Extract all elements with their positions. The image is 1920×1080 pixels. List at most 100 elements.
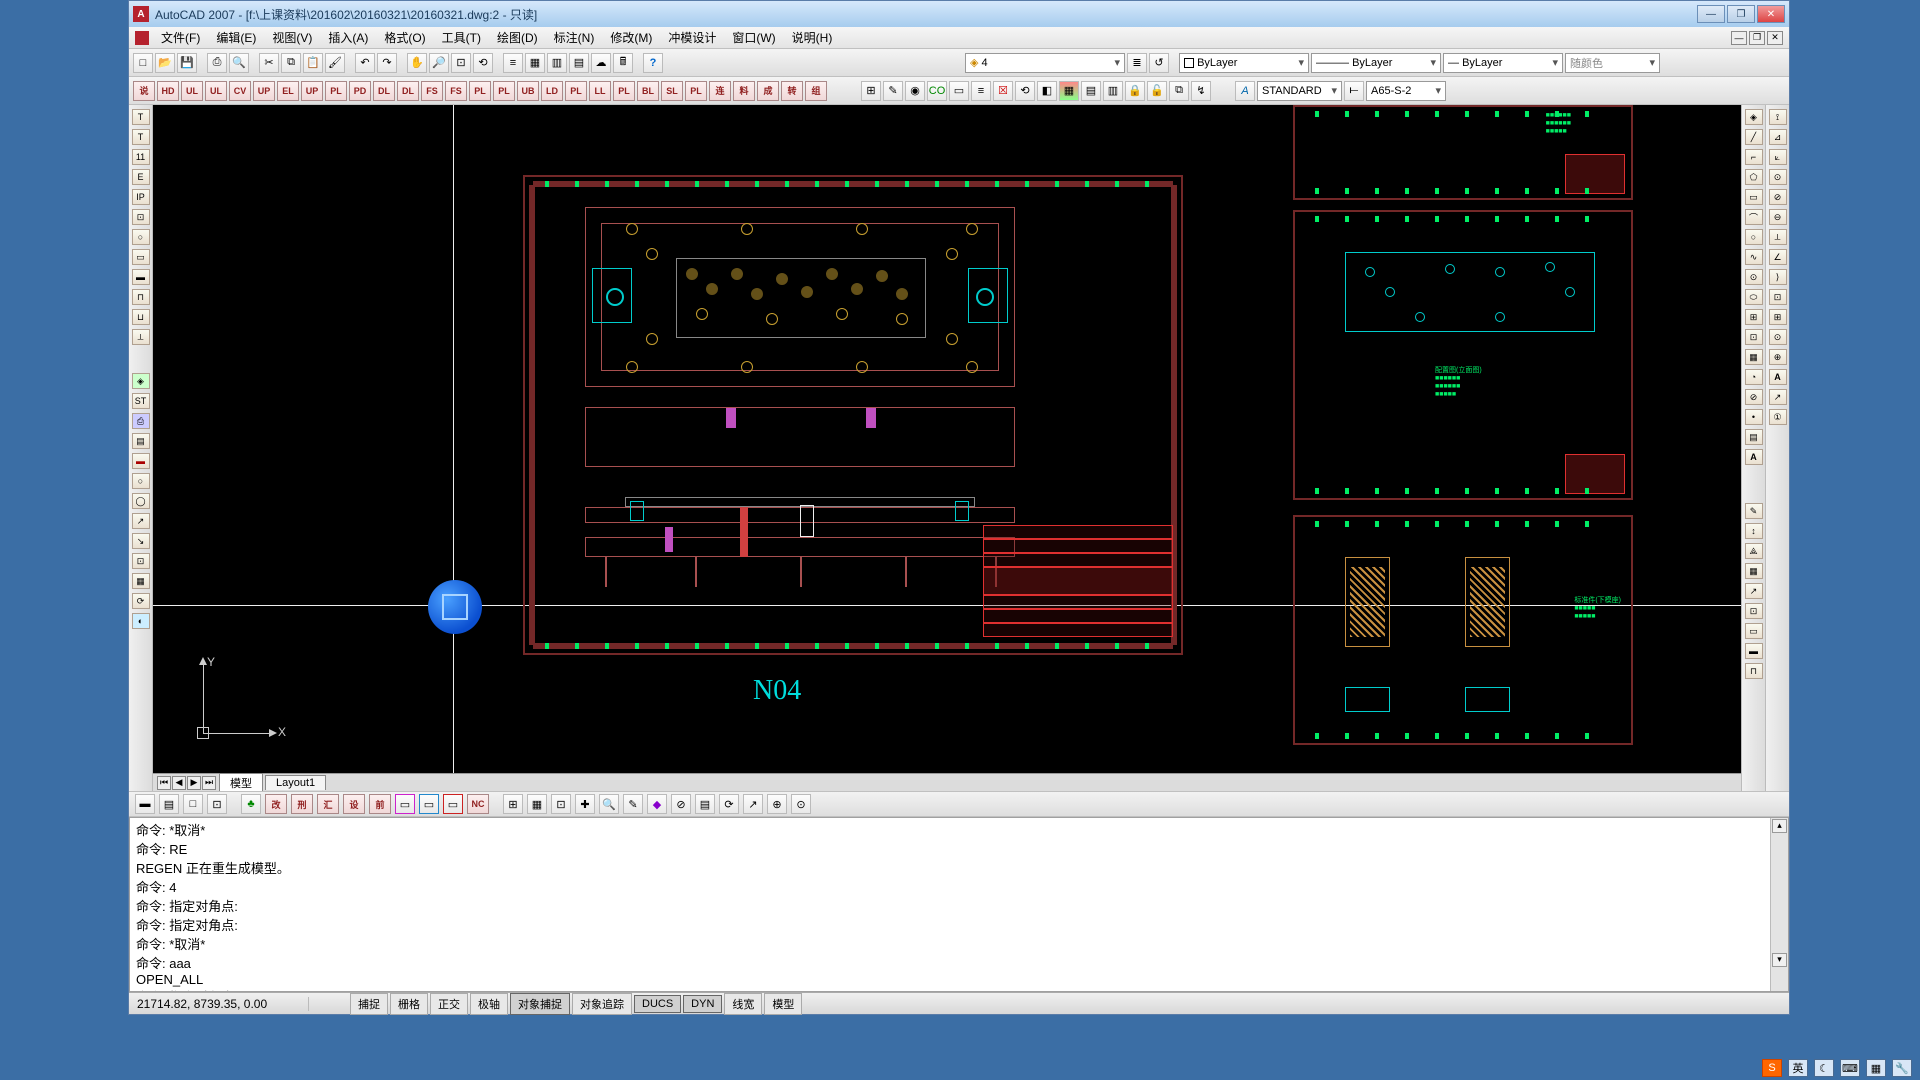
menu-view[interactable]: 视图(V) (264, 27, 320, 48)
rt1-25[interactable]: ▭ (1745, 623, 1763, 639)
ct-b6[interactable]: ≡ (971, 81, 991, 101)
bt-18[interactable]: ✚ (575, 794, 595, 814)
rt1-12[interactable]: ⊡ (1745, 329, 1763, 345)
ct-5[interactable]: CV (229, 81, 251, 101)
rt2-5[interactable]: ⊘ (1769, 189, 1787, 205)
rt1-20[interactable]: ↕ (1745, 523, 1763, 539)
lt-21[interactable]: ↘ (132, 533, 150, 549)
lt-4[interactable]: E (132, 169, 150, 185)
bt-4[interactable]: ⊡ (207, 794, 227, 814)
textstyle-combo[interactable]: STANDARD▾ (1257, 81, 1342, 101)
paste-icon[interactable]: 📋 (303, 53, 323, 73)
color-combo[interactable]: ByLayer▾ (1179, 53, 1309, 73)
rt2-9[interactable]: ⟩ (1769, 269, 1787, 285)
tab-last[interactable]: ⏭ (202, 776, 216, 790)
bt-9[interactable]: 设 (343, 794, 365, 814)
ct-b14[interactable]: 🔓 (1147, 81, 1167, 101)
ct-b3[interactable]: ◉ (905, 81, 925, 101)
ct-b8[interactable]: ⟲ (1015, 81, 1035, 101)
ct-b13[interactable]: 🔒 (1125, 81, 1145, 101)
rt1-14[interactable]: ◔ (1745, 369, 1763, 385)
rt1-19[interactable]: ✎ (1745, 503, 1763, 519)
rt1-1[interactable]: ◈ (1745, 109, 1763, 125)
ct-11[interactable]: DL (373, 81, 395, 101)
rt1-15[interactable]: ⊘ (1745, 389, 1763, 405)
bt-17[interactable]: ⊡ (551, 794, 571, 814)
lt-13[interactable]: ◈ (132, 373, 150, 389)
ct-2[interactable]: HD (157, 81, 179, 101)
rt1-27[interactable]: ⊓ (1745, 663, 1763, 679)
bt-7[interactable]: 刑 (291, 794, 313, 814)
tab-model[interactable]: 模型 (219, 773, 263, 792)
rt1-21[interactable]: ⟁ (1745, 543, 1763, 559)
rt1-23[interactable]: ↗ (1745, 583, 1763, 599)
ct-18[interactable]: LD (541, 81, 563, 101)
bt-19[interactable]: 🔍 (599, 794, 619, 814)
menu-help[interactable]: 说明(H) (784, 27, 841, 48)
menu-window[interactable]: 窗口(W) (724, 27, 783, 48)
rt1-7[interactable]: ○ (1745, 229, 1763, 245)
bt-11[interactable]: ▭ (395, 794, 415, 814)
ct-14[interactable]: FS (445, 81, 467, 101)
rt2-8[interactable]: ∠ (1769, 249, 1787, 265)
menu-edit[interactable]: 编辑(E) (208, 27, 264, 48)
rt1-16[interactable]: • (1745, 409, 1763, 425)
ct-8[interactable]: UP (301, 81, 323, 101)
lt-19[interactable]: ◯ (132, 493, 150, 509)
bt-27[interactable]: ⊙ (791, 794, 811, 814)
tray-kbd-icon[interactable]: ⌨ (1840, 1059, 1860, 1077)
ct-6[interactable]: UP (253, 81, 275, 101)
bt-16[interactable]: ▦ (527, 794, 547, 814)
dimstyle-combo[interactable]: A65-S-2▾ (1366, 81, 1446, 101)
cmd-scrollbar[interactable]: ▴▾ (1770, 818, 1788, 991)
toggle-dyn[interactable]: DYN (683, 995, 722, 1013)
ct-10[interactable]: PD (349, 81, 371, 101)
bt-3[interactable]: □ (183, 794, 203, 814)
lt-18[interactable]: ○ (132, 473, 150, 489)
zoom-prev-icon[interactable]: ⟲ (473, 53, 493, 73)
minimize-button[interactable]: — (1697, 5, 1725, 23)
ct-17[interactable]: UB (517, 81, 539, 101)
bt-1[interactable]: ▬ (135, 794, 155, 814)
bt-13[interactable]: ▭ (443, 794, 463, 814)
cut-icon[interactable]: ✂ (259, 53, 279, 73)
lt-7[interactable]: ○ (132, 229, 150, 245)
ct-25[interactable]: 连 (709, 81, 731, 101)
bt-20[interactable]: ✎ (623, 794, 643, 814)
pan-icon[interactable]: ✋ (407, 53, 427, 73)
ct-b11[interactable]: ▤ (1081, 81, 1101, 101)
toggle-otrack[interactable]: 对象追踪 (572, 993, 632, 1015)
ct-7[interactable]: EL (277, 81, 299, 101)
lt-9[interactable]: ▬ (132, 269, 150, 285)
menu-format[interactable]: 格式(O) (376, 27, 433, 48)
lt-10[interactable]: ⊓ (132, 289, 150, 305)
open-icon[interactable]: 📂 (155, 53, 175, 73)
bt-23[interactable]: ▤ (695, 794, 715, 814)
rt2-12[interactable]: ⊙ (1769, 329, 1787, 345)
lt-15[interactable]: ⎙ (132, 413, 150, 429)
tray-moon-icon[interactable]: ☾ (1814, 1059, 1834, 1077)
tab-prev[interactable]: ◀ (172, 776, 186, 790)
rt2-6[interactable]: ⊖ (1769, 209, 1787, 225)
dimstyle-icon[interactable]: ⟝ (1344, 81, 1364, 101)
ct-4[interactable]: UL (205, 81, 227, 101)
menu-tools[interactable]: 工具(T) (434, 27, 489, 48)
lt-23[interactable]: ▦ (132, 573, 150, 589)
ct-b10[interactable]: ▦ (1059, 81, 1079, 101)
bt-25[interactable]: ↗ (743, 794, 763, 814)
tab-next[interactable]: ▶ (187, 776, 201, 790)
ct-27[interactable]: 成 (757, 81, 779, 101)
redo-icon[interactable]: ↷ (377, 53, 397, 73)
ct-26[interactable]: 料 (733, 81, 755, 101)
toggle-lwt[interactable]: 线宽 (724, 993, 762, 1015)
tab-layout1[interactable]: Layout1 (265, 775, 326, 790)
ct-22[interactable]: BL (637, 81, 659, 101)
undo-icon[interactable]: ↶ (355, 53, 375, 73)
textstyle-icon[interactable]: A (1235, 81, 1255, 101)
lt-2[interactable]: T (132, 129, 150, 145)
mdi-restore[interactable]: ❐ (1749, 31, 1765, 45)
rt2-11[interactable]: ⊞ (1769, 309, 1787, 325)
lt-6[interactable]: ⊡ (132, 209, 150, 225)
print-icon[interactable]: ⎙ (207, 53, 227, 73)
zoom-rt-icon[interactable]: 🔎 (429, 53, 449, 73)
